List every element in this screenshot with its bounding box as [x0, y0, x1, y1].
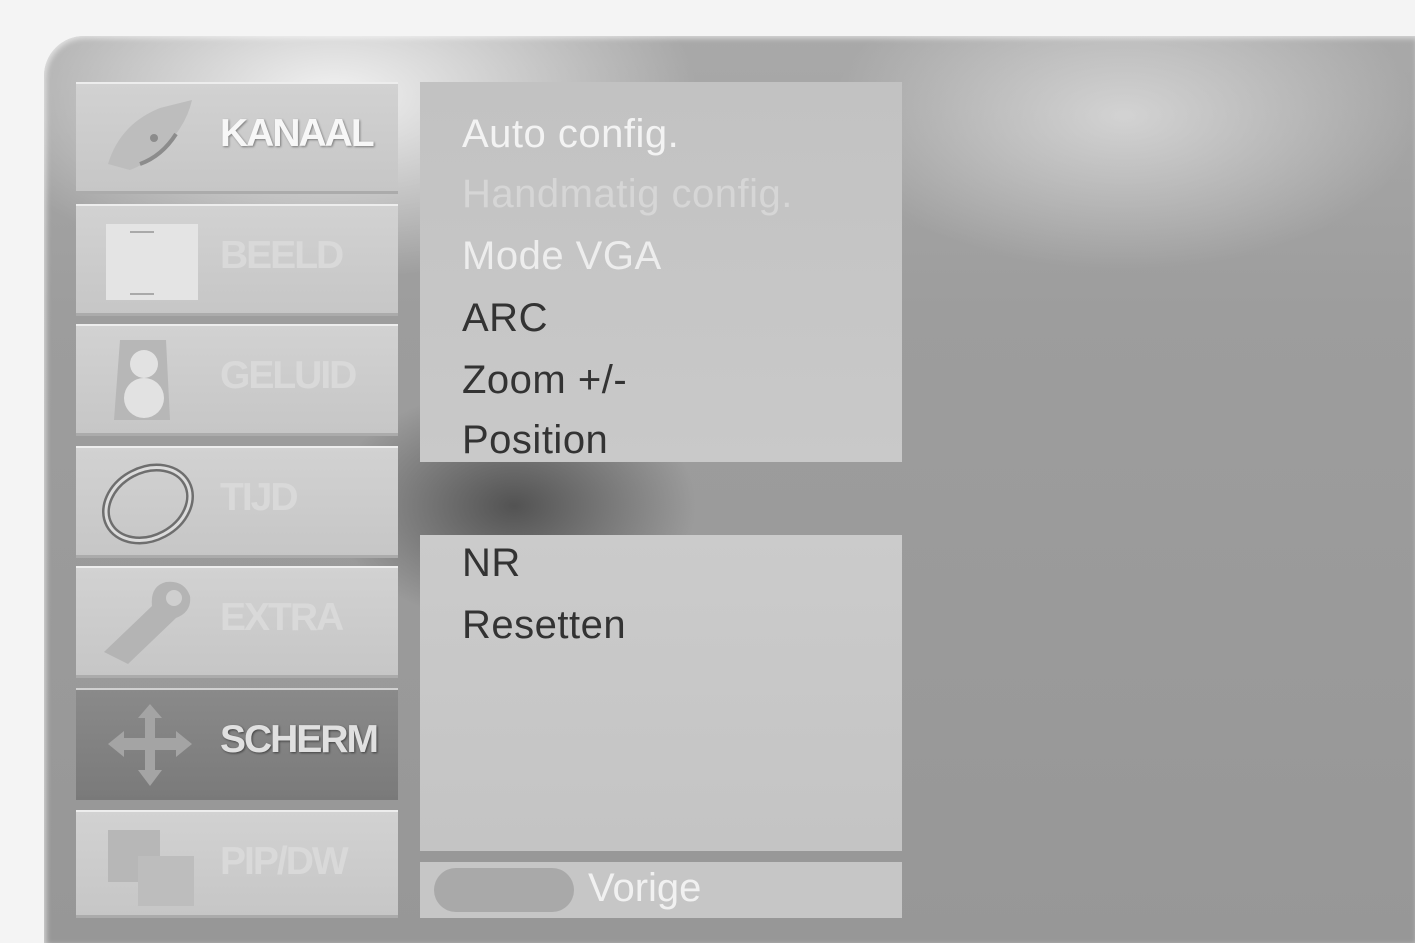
back-key-icon[interactable] [434, 868, 574, 912]
submenu-bottom: NR Resetten [420, 535, 902, 851]
category-extra[interactable]: EXTRA [76, 566, 398, 678]
footer-bar: Vorige [420, 862, 902, 918]
speaker-icon [114, 340, 170, 420]
category-label: GELUID [220, 354, 357, 397]
category-beeld[interactable]: BEELD [76, 204, 398, 316]
submenu-item-mode-vga[interactable]: Mode VGA [462, 234, 662, 279]
category-label: PIP/DW [220, 840, 349, 883]
category-label: KANAAL [220, 112, 375, 155]
clock-ring-icon [101, 463, 195, 545]
submenu-top: Auto config. Handmatig config. Mode VGA … [420, 82, 902, 462]
submenu-item-handmatig-config: Handmatig config. [462, 172, 793, 216]
submenu-item-nr[interactable]: NR [462, 541, 521, 586]
category-kanaal[interactable]: KANAAL [76, 82, 398, 194]
category-label: TIJD [220, 476, 299, 519]
category-label: BEELD [220, 234, 344, 277]
satellite-dish-icon [108, 100, 192, 170]
submenu-item-auto-config[interactable]: Auto config. [462, 112, 679, 157]
submenu-item-position[interactable]: Position [462, 418, 608, 463]
submenu-item-arc[interactable]: ARC [462, 296, 548, 341]
submenu-item-resetten[interactable]: Resetten [462, 603, 626, 648]
category-tijd[interactable]: TIJD [76, 446, 398, 558]
category-pip-dw[interactable]: PIP/DW [76, 810, 398, 918]
move-arrows-icon [108, 704, 192, 786]
back-label[interactable]: Vorige [588, 866, 701, 911]
wrench-icon [104, 581, 191, 664]
picture-icon [106, 224, 198, 300]
category-label: EXTRA [220, 596, 344, 639]
pip-windows-icon [108, 830, 194, 906]
category-geluid[interactable]: GELUID [76, 324, 398, 436]
submenu-item-zoom[interactable]: Zoom +/- [462, 358, 627, 403]
category-label: SCHERM [220, 718, 379, 761]
category-scherm[interactable]: SCHERM [76, 688, 398, 800]
